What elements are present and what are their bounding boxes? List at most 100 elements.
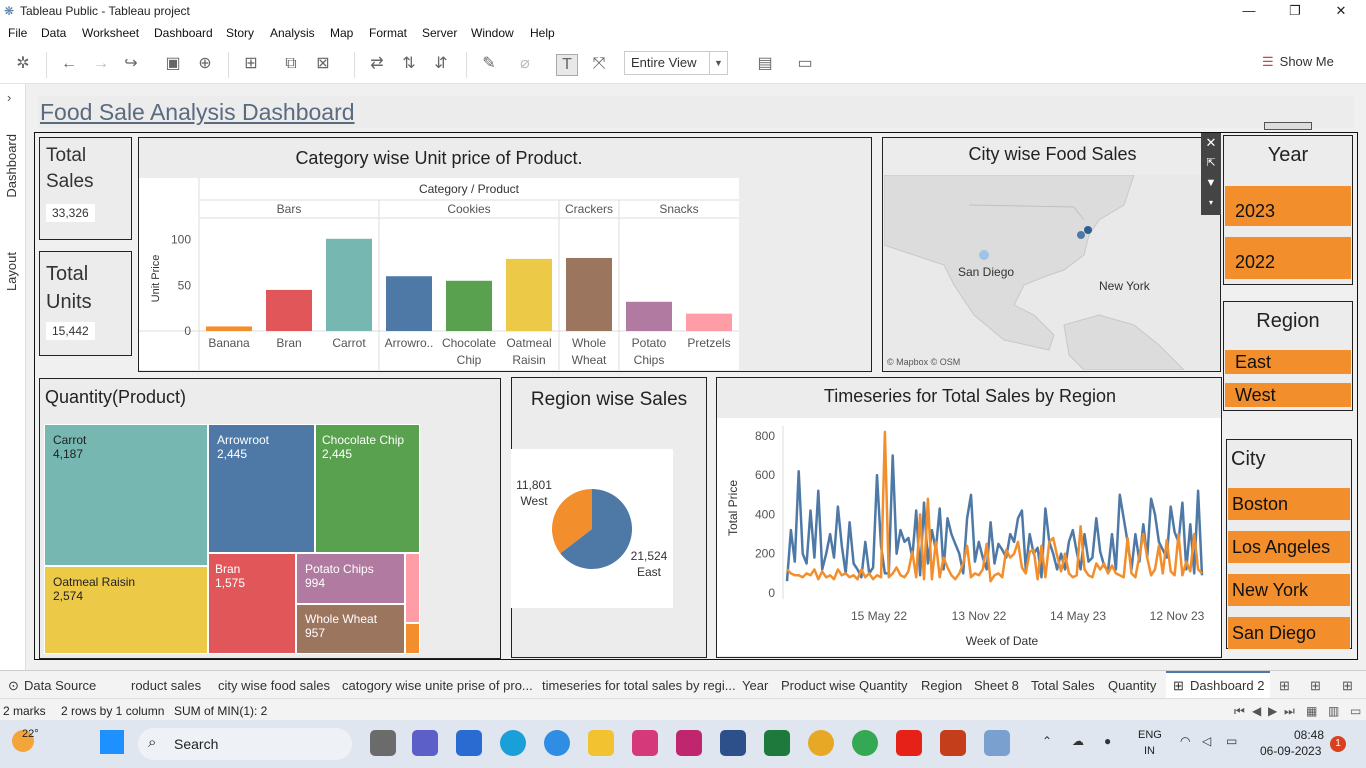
tray-chevron-icon[interactable]: ⌃ — [1042, 734, 1052, 748]
microphone-icon[interactable]: ● — [1104, 734, 1111, 748]
device-preview-icon[interactable]: ▭ — [794, 54, 816, 76]
save-icon[interactable]: ▣ — [162, 54, 184, 76]
wps-icon[interactable] — [676, 730, 702, 756]
chrome-icon[interactable] — [808, 730, 834, 756]
menu-story[interactable]: Story — [226, 26, 254, 40]
tab-dashboard-2-active[interactable]: ⊞ Dashboard 2 — [1166, 671, 1270, 699]
first-sheet-icon[interactable]: ⏮ — [1234, 704, 1245, 719]
help-icon[interactable] — [544, 730, 570, 756]
tab-product-sales[interactable]: roduct sales — [131, 678, 201, 693]
treemap-tile-bran[interactable]: Bran 1,575 — [208, 553, 296, 654]
close-icon[interactable]: ✕ — [1201, 133, 1221, 153]
prev-sheet-icon[interactable]: ◀ — [1252, 704, 1261, 718]
menu-file[interactable]: File — [8, 26, 27, 40]
language-line-2[interactable]: IN — [1144, 745, 1155, 757]
menu-format[interactable]: Format — [369, 26, 407, 40]
wifi-icon[interactable]: ◠ — [1180, 734, 1190, 748]
menu-worksheet[interactable]: Worksheet — [82, 26, 139, 40]
filmstrip-icon[interactable]: ▥ — [1328, 704, 1339, 718]
drag-handle[interactable] — [1264, 122, 1312, 130]
instagram-icon[interactable] — [632, 730, 658, 756]
treemap-tile-banana[interactable] — [405, 623, 420, 654]
minimize-button[interactable]: — — [1226, 0, 1272, 24]
sort-descending-icon[interactable]: ⇵ — [430, 54, 452, 76]
city-filter-new-york[interactable]: New York — [1228, 574, 1350, 606]
fit-view-select[interactable]: Entire View ▼ — [624, 51, 728, 75]
restore-button[interactable]: ❐ — [1272, 0, 1318, 24]
menu-map[interactable]: Map — [330, 26, 353, 40]
treemap-tile-whole-wheat[interactable]: Whole Wheat 957 — [296, 604, 405, 654]
replay-icon[interactable]: ↪ — [120, 54, 142, 76]
close-window-button[interactable]: ✕ — [1318, 0, 1364, 24]
new-data-source-icon[interactable]: ⊕ — [194, 54, 216, 76]
teams-icon[interactable] — [412, 730, 438, 756]
show-me-button[interactable]: ☰ Show Me — [1262, 54, 1334, 70]
grid-view-icon[interactable]: ▦ — [1306, 704, 1317, 718]
popout-icon[interactable]: ⇱ — [1201, 153, 1221, 173]
more-options-icon[interactable]: ▾ — [1201, 193, 1221, 213]
tableau-home-icon[interactable]: ✲ — [12, 54, 34, 76]
tab-data-source[interactable]: Data Source — [24, 678, 96, 693]
highlight-icon[interactable]: ✎ — [478, 54, 500, 76]
treemap-tile-chocolate-chip[interactable]: Chocolate Chip 2,445 — [315, 424, 420, 553]
attach-icon[interactable]: ⌀ — [514, 54, 536, 76]
boston-marker[interactable] — [1077, 231, 1085, 239]
new-worksheet-tab-icon[interactable]: ⊞ — [1279, 678, 1290, 694]
tab-quantity[interactable]: Quantity — [1108, 678, 1156, 693]
tab-timeseries[interactable]: timeseries for total sales by regi... — [542, 678, 736, 693]
city-filter-san-diego[interactable]: San Diego — [1228, 617, 1350, 649]
chrome-profile-icon[interactable] — [852, 730, 878, 756]
city-filter-los-angeles[interactable]: Los Angeles — [1228, 531, 1350, 563]
last-sheet-icon[interactable]: ⏭ — [1284, 704, 1295, 719]
fix-axes-icon[interactable]: ⤧ — [588, 54, 610, 76]
menu-analysis[interactable]: Analysis — [270, 26, 315, 40]
file-explorer-icon[interactable] — [588, 730, 614, 756]
clock-time[interactable]: 08:48 — [1294, 728, 1324, 742]
year-filter-2022[interactable]: 2022 — [1225, 237, 1351, 279]
tab-category-unit-price[interactable]: catogory wise unite prise of pro... — [342, 678, 533, 693]
tab-product-wise-quantity[interactable]: Product wise Quantity — [781, 678, 907, 693]
new-dashboard-tab-icon[interactable]: ⊞ — [1310, 678, 1321, 694]
swap-icon[interactable]: ⇄ — [366, 54, 388, 76]
tableau-public-icon[interactable] — [984, 730, 1010, 756]
sort-ascending-icon[interactable]: ⇅ — [398, 54, 420, 76]
language-line-1[interactable]: ENG — [1138, 729, 1162, 741]
taskbar-search[interactable]: ⌕ Search — [138, 728, 352, 760]
tab-sheet-8[interactable]: Sheet 8 — [974, 678, 1019, 693]
duplicate-icon[interactable]: ⧉ — [280, 54, 302, 76]
menu-window[interactable]: Window — [471, 26, 514, 40]
treemap-tile-oatmeal-raisin[interactable]: Oatmeal Raisin 2,574 — [44, 566, 208, 654]
expand-panel-icon[interactable]: › — [7, 90, 11, 105]
show-mark-labels-icon[interactable]: T — [556, 54, 578, 76]
clock-date[interactable]: 06-09-2023 — [1260, 744, 1321, 758]
new-worksheet-icon[interactable]: ⊞ — [240, 54, 262, 76]
treemap-tile-pretzels[interactable] — [405, 553, 420, 623]
clear-sheet-icon[interactable]: ⊠ — [312, 54, 334, 76]
city-filter-boston[interactable]: Boston — [1228, 488, 1350, 520]
filter-icon[interactable]: ▼ — [1201, 173, 1221, 193]
treemap-tile-potato-chips[interactable]: Potato Chips 994 — [296, 553, 405, 604]
notification-badge[interactable]: 1 — [1330, 736, 1346, 752]
task-view-icon[interactable] — [370, 730, 396, 756]
tab-region[interactable]: Region — [921, 678, 962, 693]
san-diego-marker[interactable] — [979, 250, 989, 260]
total-sales-card[interactable]: Total Sales 33,326 — [39, 137, 132, 240]
treemap-tile-arrowroot[interactable]: Arrowroot 2,445 — [208, 424, 315, 553]
tab-dashboard-side[interactable]: Dashboard — [4, 134, 19, 198]
onedrive-icon[interactable]: ☁ — [1072, 734, 1084, 748]
powerpoint-icon[interactable] — [940, 730, 966, 756]
next-sheet-icon[interactable]: ▶ — [1268, 704, 1277, 718]
excel-icon[interactable] — [764, 730, 790, 756]
total-units-card[interactable]: Total Units 15,442 — [39, 251, 132, 356]
treemap-tile-carrot[interactable]: Carrot 4,187 — [44, 424, 208, 566]
redo-icon[interactable]: → — [90, 54, 112, 76]
tab-city-wise-food-sales[interactable]: city wise food sales — [218, 678, 330, 693]
year-filter-2023[interactable]: 2023 — [1225, 186, 1351, 226]
edge-icon[interactable] — [500, 730, 526, 756]
region-filter-west[interactable]: West — [1225, 383, 1351, 407]
store-icon[interactable] — [456, 730, 482, 756]
map-svg[interactable]: San Diego New York © Mapbox © OSM — [884, 175, 1219, 370]
menu-server[interactable]: Server — [422, 26, 457, 40]
presentation-icon[interactable]: ▤ — [754, 54, 776, 76]
battery-icon[interactable]: ▭ — [1226, 734, 1237, 748]
